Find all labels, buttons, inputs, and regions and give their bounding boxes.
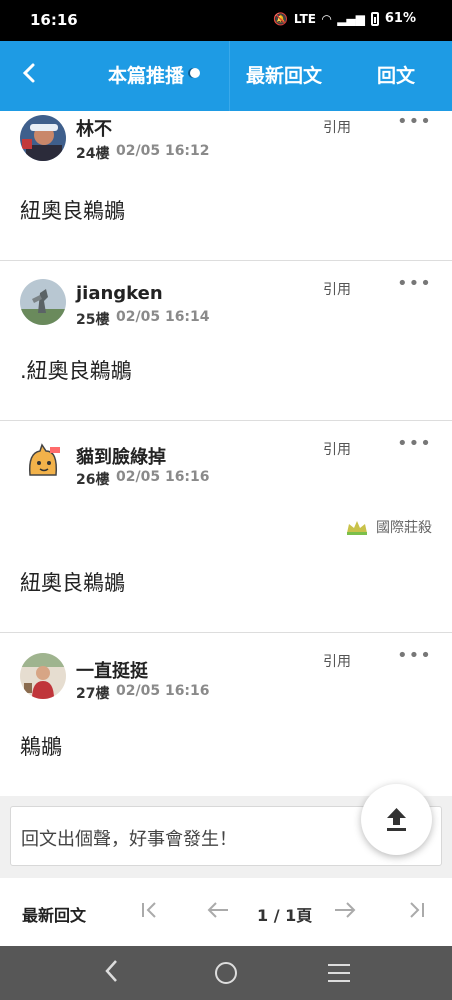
reply-item: jiangken 25樓 02/05 16:14 引用 ••• .紐奧良鵜鶘 [0,261,452,421]
more-options-icon[interactable]: ••• [397,435,432,453]
floor-number: 26樓 [76,472,110,488]
upload-arrow-icon [387,808,406,831]
tab-latest-replies[interactable]: 最新回文 [246,41,322,111]
more-options-icon[interactable]: ••• [397,113,432,131]
system-nav-bar [0,946,452,1000]
author-name[interactable]: 林不 [76,115,112,141]
quote-button[interactable]: 引用 [323,117,351,137]
system-recents-icon[interactable] [328,964,350,982]
latest-replies-button[interactable]: 最新回文 [22,902,86,926]
badge-label: 國際莊殺 [376,520,432,536]
crown-badge-icon [347,521,367,535]
floor-number: 27樓 [76,686,110,702]
avatar[interactable] [20,115,66,161]
avatar[interactable] [20,653,66,699]
mute-icon: 🔕 [272,11,288,26]
reply-list[interactable]: 林不 24樓 02/05 16:12 引用 ••• 紐奧良鵜鶘 jiangken… [0,111,452,796]
tab-divider [229,41,230,111]
post-time: 02/05 16:16 [116,683,210,699]
lte-icon: LTE [293,11,316,26]
status-bar: 16:16 🔕 LTE ◠ ▂▄▆ 61% [0,0,452,41]
next-page-icon[interactable] [333,900,357,925]
post-content: 鵜鶘 [20,735,62,759]
last-page-icon[interactable] [406,900,426,925]
reply-item: 貓到臉綠掉 26樓 02/05 16:16 引用 ••• 國際莊殺 紐奧良鵜鶘 [0,421,452,633]
post-time: 02/05 16:16 [116,469,210,485]
more-options-icon[interactable]: ••• [397,647,432,665]
author-name[interactable]: 一直挺挺 [76,657,148,683]
quote-button[interactable]: 引用 [323,439,351,459]
reply-item: 林不 24樓 02/05 16:12 引用 ••• 紐奧良鵜鶘 [0,111,452,261]
post-content: 紐奧良鵜鶘 [20,199,125,223]
author-name[interactable]: jiangken [76,283,163,304]
system-back-icon[interactable] [104,959,118,988]
quote-button[interactable]: 引用 [323,279,351,299]
wifi-icon: ◠ [321,11,332,26]
system-home-icon[interactable] [215,962,237,984]
back-arrow-icon[interactable] [22,61,52,91]
tab-recommend-push[interactable]: 本篇推播 [108,41,201,111]
floor-number: 24樓 [76,146,110,162]
tab-reply[interactable]: 回文 [377,41,415,111]
floor-number: 25樓 [76,312,110,328]
status-icons: 🔕 LTE ◠ ▂▄▆ 61% [273,11,416,26]
first-page-icon[interactable] [140,900,160,925]
user-title-badge: 國際莊殺 [346,517,432,537]
quote-button[interactable]: 引用 [323,651,351,671]
post-time: 02/05 16:12 [116,143,210,159]
more-options-icon[interactable]: ••• [397,275,432,293]
prev-page-icon[interactable] [206,900,230,925]
post-time: 02/05 16:14 [116,309,210,325]
post-content: 紐奧良鵜鶘 [20,571,125,595]
author-name[interactable]: 貓到臉綠掉 [76,443,166,469]
top-app-bar: 本篇推播 最新回文 回文 [0,41,452,111]
avatar[interactable] [20,279,66,325]
battery-level: 61% [384,11,416,26]
reply-input-placeholder: 回文出個聲，好事會發生！ [21,829,237,850]
page-indicator[interactable]: 1 / 1頁 [257,902,312,926]
tab-label: 本篇推播 [108,65,185,87]
avatar[interactable] [20,439,66,485]
scroll-top-button[interactable] [361,784,432,855]
battery-icon [370,11,379,26]
signal-icon: ▂▄▆ [337,11,365,26]
reply-item: 一直挺挺 27樓 02/05 16:16 引用 ••• 鵜鶘 [0,633,452,796]
toggle-dot-icon [190,68,201,78]
status-time: 16:16 [30,11,78,29]
pagination-bar: 最新回文 1 / 1頁 [0,878,452,946]
post-content: .紐奧良鵜鶘 [20,359,132,383]
